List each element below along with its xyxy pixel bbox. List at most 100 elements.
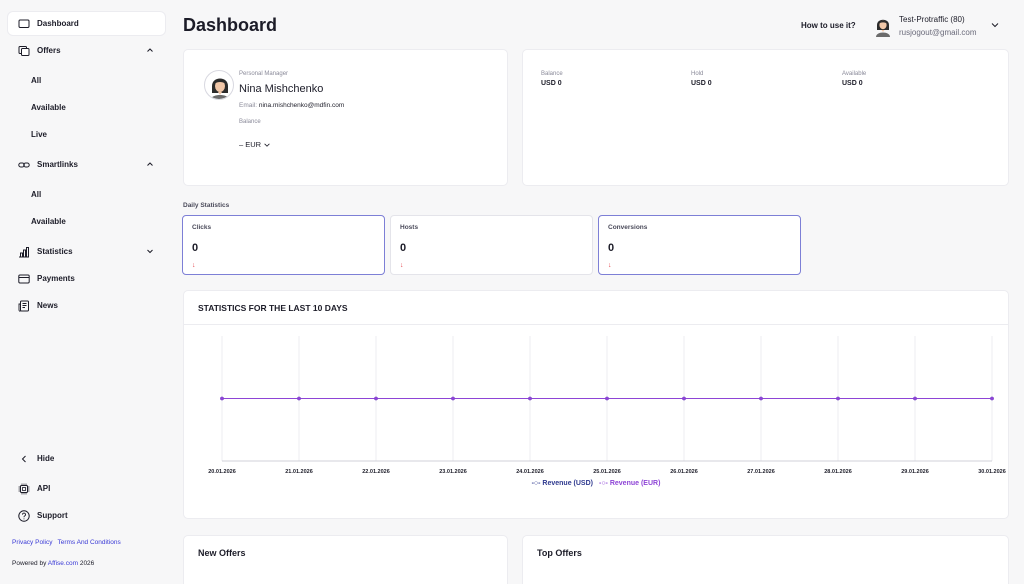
chevron-down-icon[interactable]	[145, 246, 155, 256]
available-item-value: USD 0	[842, 80, 863, 87]
x-tick-label: 26.01.2026	[670, 469, 698, 475]
privacy-policy-link[interactable]: Privacy Policy	[12, 539, 52, 546]
line-chart: 20.01.2026 21.01.2026 22.01.2026 23.01.2026…	[208, 336, 1006, 475]
x-tick-label: 22.01.2026	[362, 469, 390, 475]
sidebar-sub-offers-available[interactable]: Available	[31, 103, 66, 112]
new-offers-card: New Offers	[183, 535, 508, 584]
data-point-eur	[297, 396, 301, 401]
stat-value: 0	[400, 242, 407, 254]
manager-balance-label: Balance	[239, 119, 261, 125]
sidebar-sub-smartlinks-available[interactable]: Available	[31, 217, 66, 226]
x-tick-label: 29.01.2026	[901, 469, 929, 475]
data-point-eur	[913, 396, 917, 401]
top-offers-card: Top Offers	[522, 535, 1009, 584]
affise-link[interactable]: Affise.com	[48, 560, 78, 567]
link-icon	[18, 159, 30, 171]
manager-name: Nina Mishchenko	[239, 83, 324, 95]
stat-value: 0	[608, 242, 615, 254]
data-point-eur	[759, 396, 763, 401]
sidebar-sub-offers-live[interactable]: Live	[31, 130, 47, 139]
data-point-eur	[220, 396, 224, 401]
manager-email[interactable]: nina.mishchenko@mdfin.com	[259, 102, 344, 109]
user-name: Test-Protraffic (80)	[899, 15, 965, 24]
chevron-left-icon	[18, 453, 30, 465]
arrow-down-icon: ↓	[608, 262, 612, 269]
stat-value: 0	[192, 242, 199, 254]
powered-year: 2026	[79, 560, 95, 567]
terms-link[interactable]: Terms And Conditions	[57, 539, 120, 546]
legend-label-eur: Revenue (EUR)	[609, 480, 661, 487]
stat-label: Clicks	[192, 224, 212, 231]
sidebar-sub-offers-all[interactable]: All	[31, 76, 41, 85]
legend-item-eur[interactable]: -○- Revenue (EUR)	[599, 480, 660, 487]
available-item: Available USD 0	[842, 71, 866, 87]
powered-prefix: Powered by	[12, 560, 47, 567]
sidebar-item-label: Statistics	[37, 247, 73, 256]
stat-label: Conversions	[608, 224, 648, 231]
balance-item-value: USD 0	[541, 80, 562, 87]
wallet-icon	[18, 273, 30, 285]
x-tick-label: 20.01.2026	[208, 469, 236, 475]
sidebar-item-label: API	[37, 484, 51, 493]
sidebar-item-label: Payments	[37, 274, 75, 283]
app: Dashboard Offers All Available Live Smar…	[0, 0, 1024, 584]
newspaper-icon	[18, 300, 30, 312]
chevron-up-icon[interactable]	[145, 159, 155, 169]
x-tick-label: 24.01.2026	[516, 469, 544, 475]
offers-icon	[18, 45, 30, 57]
balance-item-label: Balance	[541, 71, 563, 77]
user-avatar[interactable]	[873, 15, 893, 37]
sidebar-item-hide[interactable]: Hide	[8, 447, 165, 470]
sidebar-item-support[interactable]: Support	[8, 504, 165, 527]
legend-item-usd[interactable]: -○- Revenue (USD)	[532, 480, 593, 487]
chip-icon	[18, 483, 30, 495]
sidebar-item-label: Offers	[37, 46, 61, 55]
hosts-card[interactable]: Hosts 0 ↓	[390, 215, 593, 275]
new-offers-title: New Offers	[198, 548, 246, 558]
available-item-label: Available	[842, 71, 867, 77]
conversions-card[interactable]: Conversions 0 ↓	[598, 215, 801, 275]
sidebar-item-api[interactable]: API	[8, 477, 165, 500]
sidebar-item-payments[interactable]: Payments	[8, 267, 165, 290]
sidebar-item-offers[interactable]: Offers	[8, 39, 165, 62]
x-tick-label: 23.01.2026	[439, 469, 467, 475]
sidebar-sub-smartlinks-all[interactable]: All	[31, 190, 41, 199]
chevron-down-icon	[264, 143, 270, 147]
chevron-up-icon[interactable]	[145, 45, 155, 55]
currency-select[interactable]: – EUR	[239, 140, 271, 149]
footer-links: Privacy Policy Terms And Conditions	[12, 539, 121, 546]
x-tick-label: 25.01.2026	[593, 469, 621, 475]
manager-email-row: Email: nina.mishchenko@mdfin.com	[239, 102, 344, 109]
data-point-eur	[528, 396, 532, 401]
data-point-eur	[990, 396, 994, 401]
data-point-eur	[374, 396, 378, 401]
sidebar: Dashboard Offers All Available Live Smar…	[0, 0, 172, 584]
sidebar-item-statistics[interactable]: Statistics	[8, 240, 165, 263]
sidebar-item-label: Dashboard	[37, 19, 79, 28]
x-tick-label: 27.01.2026	[747, 469, 775, 475]
sidebar-item-label: News	[37, 301, 58, 310]
x-tick-label: 30.01.2026	[978, 469, 1006, 475]
currency-value: – EUR	[239, 140, 262, 149]
user-email: rusjogout@gmail.com	[899, 28, 977, 37]
manager-role: Personal Manager	[239, 71, 289, 77]
sidebar-item-news[interactable]: News	[8, 294, 165, 317]
arrow-down-icon: ↓	[400, 262, 404, 269]
data-point-eur	[682, 396, 686, 401]
hold-item: Hold USD 0	[691, 71, 712, 87]
data-point-eur	[605, 396, 609, 401]
how-to-use-link[interactable]: How to use it?	[801, 21, 856, 30]
chevron-down-icon[interactable]	[990, 20, 1000, 30]
sidebar-item-label: Smartlinks	[37, 160, 78, 169]
data-point-eur	[451, 396, 455, 401]
clicks-card[interactable]: Clicks 0 ↓	[182, 215, 385, 275]
sidebar-item-smartlinks[interactable]: Smartlinks	[8, 153, 165, 176]
sidebar-item-label: Support	[37, 511, 68, 520]
powered-by: Powered by Affise.com 2026	[12, 560, 94, 567]
manager-card: Personal Manager Nina Mishchenko Email: …	[183, 49, 508, 186]
x-tick-label: 21.01.2026	[285, 469, 313, 475]
daily-statistics-title: Daily Statistics	[183, 202, 230, 209]
balance-item: Balance USD 0	[541, 71, 563, 87]
sidebar-item-dashboard[interactable]: Dashboard	[8, 12, 165, 35]
balance-card: Balance USD 0 Hold USD 0 Available USD 0	[522, 49, 1009, 186]
